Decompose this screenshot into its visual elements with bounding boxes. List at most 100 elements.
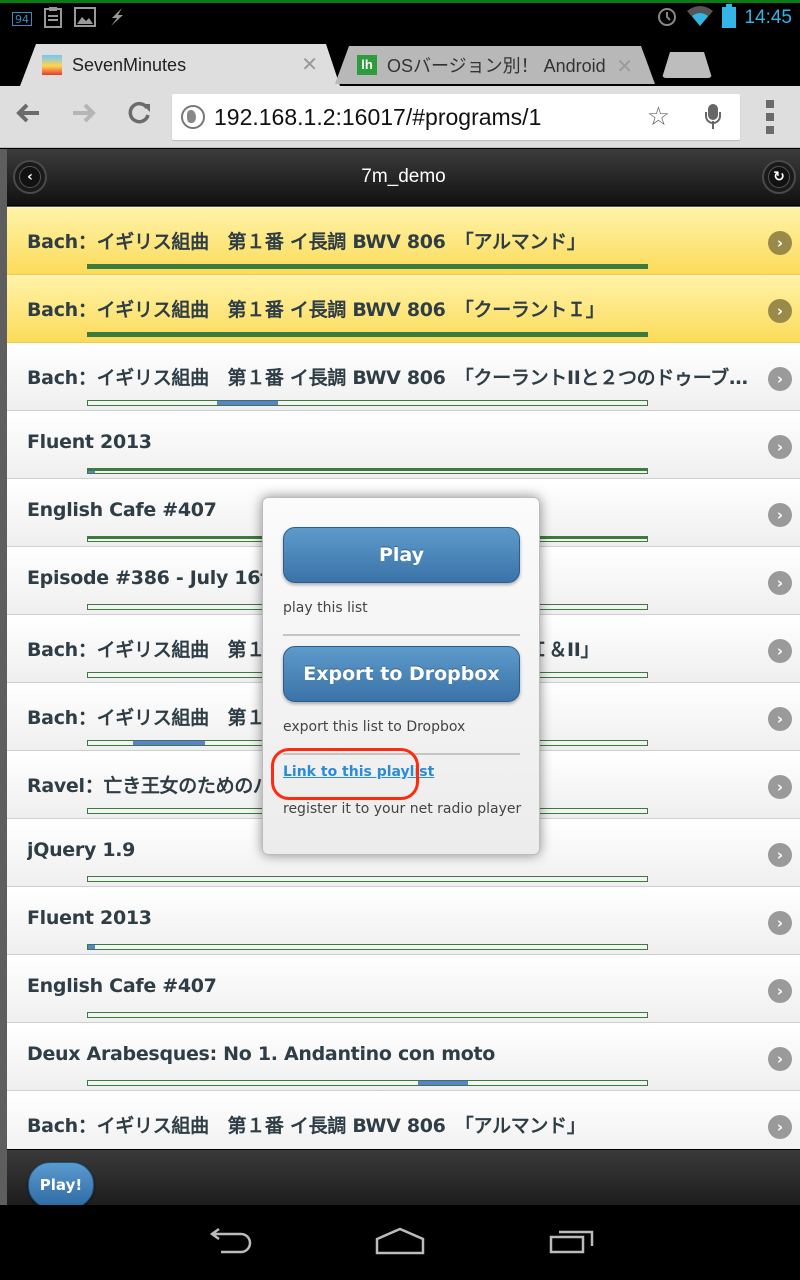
program-list-item[interactable]: Bach：イギリス組曲 第１番 イ長調 BWV 806 「クーラントＩ」 ›	[7, 275, 800, 343]
playback-progress-bar	[87, 468, 648, 474]
playback-progress-bar	[87, 400, 648, 406]
playback-position-marker	[88, 471, 95, 473]
export-dropbox-button[interactable]: Export to Dropbox	[283, 646, 520, 702]
refresh-circle-button[interactable]: ↻	[764, 162, 794, 192]
notification-icons: 94	[12, 6, 128, 28]
chevron-right-icon[interactable]: ›	[768, 367, 792, 391]
address-bar[interactable]: 192.168.1.2:16017/#programs/1 ☆	[172, 94, 740, 140]
playback-progress-bar	[87, 264, 648, 269]
notification-badge: 94	[12, 12, 32, 26]
back-nav-icon	[207, 1227, 253, 1258]
clock: 14:45	[744, 7, 792, 28]
close-tab-icon[interactable]: ✕	[301, 52, 318, 76]
page-header: ‹ 7m_demo ↻	[7, 149, 800, 206]
chevron-right-icon[interactable]: ›	[768, 571, 792, 595]
tab-os-version[interactable]: lh OSバージョン別！ Android ✕	[335, 46, 655, 84]
globe-icon	[181, 105, 205, 129]
back-button[interactable]	[10, 98, 46, 134]
chevron-right-icon[interactable]: ›	[768, 639, 792, 663]
chevron-right-icon[interactable]: ›	[768, 843, 792, 867]
chevron-right-icon[interactable]: ›	[768, 911, 792, 935]
status-bar: 94 14:45	[0, 0, 800, 34]
page-footer: Play!	[7, 1149, 800, 1205]
program-list-item[interactable]: Fluent 2013 ›	[7, 411, 800, 479]
export-description: export this list to Dropbox	[283, 719, 466, 735]
close-tab-icon[interactable]: ✕	[616, 54, 633, 78]
forward-button[interactable]	[66, 98, 102, 134]
battery-icon	[722, 4, 737, 32]
new-tab-button[interactable]	[662, 52, 712, 78]
page-edge	[0, 149, 7, 1205]
menu-dot	[766, 100, 774, 108]
program-title: Fluent 2013	[27, 907, 152, 929]
program-title: English Cafe #407	[27, 975, 217, 997]
notes-icon	[42, 6, 64, 28]
recents-nav-icon	[549, 1228, 595, 1258]
chevron-right-icon[interactable]: ›	[768, 707, 792, 731]
menu-dot	[766, 113, 774, 121]
playback-position-marker	[216, 401, 279, 405]
program-list-item[interactable]: Bach：イギリス組曲 第１番 イ長調 BWV 806 「クーラントIIと２つの…	[7, 343, 800, 411]
browser-toolbar: 192.168.1.2:16017/#programs/1 ☆	[0, 86, 800, 148]
reload-button[interactable]	[122, 98, 158, 134]
flash-icon	[106, 6, 128, 28]
program-title: Bach：イギリス組曲 第１番 イ長調 BWV 806 「アルマンド」	[27, 231, 586, 253]
playback-progress-bar	[87, 1012, 648, 1018]
tab-title: SevenMinutes	[72, 54, 187, 75]
tab-sevenminutes[interactable]: SevenMinutes ✕	[20, 44, 340, 86]
recents-nav-button[interactable]	[542, 1223, 602, 1263]
menu-button[interactable]	[764, 100, 776, 134]
link-to-playlist[interactable]: Link to this playlist	[283, 764, 434, 780]
system-icons: 14:45	[656, 4, 792, 32]
system-nav-bar	[0, 1205, 800, 1280]
seven-minutes-favicon	[42, 55, 62, 75]
program-list-item[interactable]: Fluent 2013 ›	[7, 887, 800, 955]
chevron-right-icon[interactable]: ›	[768, 231, 792, 255]
play-all-button[interactable]: Play!	[28, 1162, 94, 1205]
play-button[interactable]: Play	[283, 527, 520, 583]
tab-strip: SevenMinutes ✕ lh OSバージョン別！ Android ✕	[0, 34, 800, 86]
playback-progress-bar	[87, 332, 648, 337]
home-nav-button[interactable]	[370, 1223, 430, 1263]
playback-position-marker	[417, 1081, 469, 1085]
program-title: Fluent 2013	[27, 431, 152, 453]
program-title: Bach：イギリス組曲 第１番 イ長調 BWV 806 「クーラントＩ」	[27, 299, 605, 321]
playback-progress-bar	[87, 876, 648, 882]
wifi-icon	[686, 5, 714, 31]
link-description: register it to your net radio player	[283, 801, 522, 817]
image-icon	[74, 6, 96, 28]
divider	[283, 634, 520, 636]
chevron-right-icon[interactable]: ›	[768, 503, 792, 527]
screen: 94 14:45 SevenMinutes ✕ lh OSバージョン別！ And…	[0, 0, 800, 1280]
reload-icon	[128, 101, 152, 132]
program-title: Bach：イギリス組曲 第１番 イ長調 BWV 806 「クーラントIIと２つの…	[27, 367, 757, 389]
tab-title: OSバージョン別！ Android	[387, 56, 606, 76]
playback-position-marker	[132, 741, 206, 745]
bookmark-star-icon[interactable]: ☆	[647, 102, 670, 132]
chevron-right-icon[interactable]: ›	[768, 435, 792, 459]
program-title: Bach：イギリス組曲 第１番 イ長調 BWV 806 「アルマンド」	[27, 1115, 586, 1137]
playback-progress-bar	[87, 1080, 648, 1086]
page-title: 7m_demo	[361, 166, 446, 187]
microphone-icon[interactable]	[705, 104, 721, 130]
program-list-item[interactable]: Deux Arabesques: No 1. Andantino con mot…	[7, 1023, 800, 1091]
chevron-right-icon[interactable]: ›	[768, 775, 792, 799]
program-list-item[interactable]: Bach：イギリス組曲 第１番 イ長調 BWV 806 「アルマンド」 ›	[7, 207, 800, 275]
alarm-icon	[656, 5, 678, 31]
program-list-item[interactable]: English Cafe #407 ›	[7, 955, 800, 1023]
download-progress-line	[0, 0, 800, 3]
chevron-right-icon[interactable]: ›	[768, 1115, 792, 1139]
play-description: play this list	[283, 600, 368, 616]
lh-favicon: lh	[357, 55, 377, 75]
divider	[283, 753, 520, 755]
forward-icon	[71, 101, 97, 131]
back-nav-button[interactable]	[200, 1223, 260, 1263]
chevron-right-icon[interactable]: ›	[768, 299, 792, 323]
chevron-right-icon[interactable]: ›	[768, 979, 792, 1003]
menu-dot	[766, 126, 774, 134]
home-nav-icon	[375, 1227, 425, 1259]
program-title: Deux Arabesques: No 1. Andantino con mot…	[27, 1043, 496, 1065]
playback-position-marker	[88, 945, 95, 949]
url-text[interactable]: 192.168.1.2:16017/#programs/1	[214, 104, 541, 131]
chevron-right-icon[interactable]: ›	[768, 1047, 792, 1071]
